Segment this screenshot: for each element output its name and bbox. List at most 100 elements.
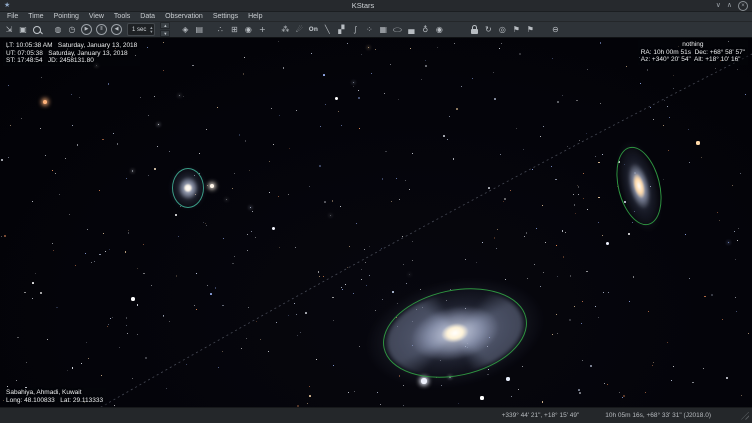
background-star [268,351,269,352]
background-star [67,370,68,371]
background-star [192,65,194,67]
toggle-stars-icon[interactable]: ⁂ [279,24,291,36]
time-step-spinbox[interactable]: 1 sec▲▼ [127,23,155,36]
zoom-default-fov-icon[interactable]: ◈ [179,24,191,36]
background-star [494,237,495,238]
background-star [542,401,544,403]
supernovae-icon[interactable]: + [256,24,268,36]
toggle-comets-icon[interactable]: ☄ [293,24,305,36]
background-star [719,220,720,221]
toggle-constellation-boundaries-icon[interactable]: ▞ [335,24,347,36]
menu-item-pointing[interactable]: Pointing [49,12,84,21]
sky-map[interactable]: LT: 10:05:38 AM Saturday, January 13, 20… [0,38,752,407]
menu-item-file[interactable]: File [2,12,23,21]
toggle-milky-way-icon[interactable]: ∫ [349,24,361,36]
download-extra-data-icon[interactable]: ⇲ [3,24,15,36]
minimize-button[interactable]: ∨ [716,2,721,9]
step-up-button[interactable]: ▲ [160,22,170,29]
background-star [421,79,422,80]
background-star [586,271,588,273]
track-object-icon[interactable]: ↻ [482,24,494,36]
set-time-icon[interactable]: ◷ [66,24,78,36]
step-down-button[interactable]: ▼ [160,30,170,37]
toggle-constellation-names-icon[interactable]: On [307,24,319,36]
background-star [545,242,546,243]
background-star [88,358,89,359]
background-star [148,115,150,117]
resize-grip[interactable] [741,412,749,420]
find-object-icon[interactable] [31,24,43,36]
whats-interesting-icon[interactable]: ◉ [433,24,445,36]
geo-infobox[interactable]: Sabahiya, Ahmadi, KuwaitLong: 48.100833 … [3,388,106,405]
center-telescope-icon[interactable]: ◎ [496,24,508,36]
background-star [726,377,728,379]
background-star [32,282,34,284]
menu-item-settings[interactable]: Settings [208,12,243,21]
menu-item-data[interactable]: Data [135,12,160,21]
toggle-planets-icon[interactable]: ♁ [419,24,431,36]
maximize-button[interactable]: ∧ [727,2,732,9]
background-star [582,301,583,302]
galaxy-ngc3077-catalog-circle[interactable] [172,168,204,208]
toggle-deep-sky-icon[interactable]: ⁘ [363,24,375,36]
bright-star [480,396,483,399]
geo-infobox-line-1: Sabahiya, Ahmadi, Kuwait [6,389,103,397]
background-star [318,271,320,273]
background-star [126,317,128,319]
background-star [437,47,438,48]
background-star [260,339,261,340]
flag-icon-1[interactable]: ⚑ [510,24,522,36]
menu-item-observation[interactable]: Observation [160,12,208,21]
background-star [563,256,565,258]
statusbar-radec: 10h 05m 16s, +68° 33' 31" (J2018.0) [605,412,711,419]
lock-position-icon[interactable] [468,24,480,36]
toggle-ground-icon[interactable]: ▄ [405,24,417,36]
geolocation-icon[interactable]: ◍ [52,24,64,36]
open-fits-icon[interactable]: ▣ [17,24,29,36]
background-star [425,60,426,61]
close-button[interactable]: × [738,1,748,11]
menu-item-tools[interactable]: Tools [109,12,135,21]
background-star [586,133,587,134]
zoom-out-icon[interactable]: ⊖ [549,24,561,36]
run-clock-icon[interactable]: ▶ [81,24,92,35]
background-star [557,276,558,277]
menu-item-view[interactable]: View [84,12,109,21]
hips-image-overlay-icon[interactable]: ▤ [193,24,205,36]
menu-item-time[interactable]: Time [23,12,48,21]
background-star [41,77,42,78]
background-star [602,235,603,236]
background-star [569,319,570,320]
toggle-equatorial-grid-icon[interactable]: ▦ [377,24,389,36]
background-star [575,213,576,214]
background-star [8,85,9,86]
flag-icon-2[interactable]: ⚑ [524,24,536,36]
background-star [117,143,119,145]
background-star [243,73,244,74]
solar-system-icon[interactable]: ◉ [242,24,254,36]
background-star [320,126,321,127]
focus-infobox[interactable]: nothingRA: 10h 00m 51s Dec: +68° 58' 57"… [638,40,748,65]
background-star [269,161,270,162]
background-star [476,262,477,263]
background-star [206,225,207,226]
pause-clock-icon[interactable]: Ⅱ [96,24,107,35]
background-star [664,100,665,101]
stars-catalog-icon[interactable]: ∴ [214,24,226,36]
deep-sky-objects-icon[interactable]: ⊞ [228,24,240,36]
background-star [279,115,280,116]
background-star [361,269,362,270]
background-star [543,272,544,273]
background-star [324,201,326,203]
background-star [323,74,325,76]
step-backward-icon[interactable]: ◀ [111,24,122,35]
background-star [717,212,718,213]
time-infobox[interactable]: LT: 10:05:38 AM Saturday, January 13, 20… [3,41,140,66]
toggle-horizon-icon[interactable]: ◯ [391,26,403,33]
menu-item-help[interactable]: Help [243,12,267,21]
background-star [338,111,339,112]
background-star [555,179,556,180]
time-step-stepper[interactable]: ▲▼ [160,22,170,37]
spinbox-arrows-icon[interactable]: ▲▼ [149,26,153,32]
toggle-constellation-lines-icon[interactable]: ╲ [321,24,333,36]
